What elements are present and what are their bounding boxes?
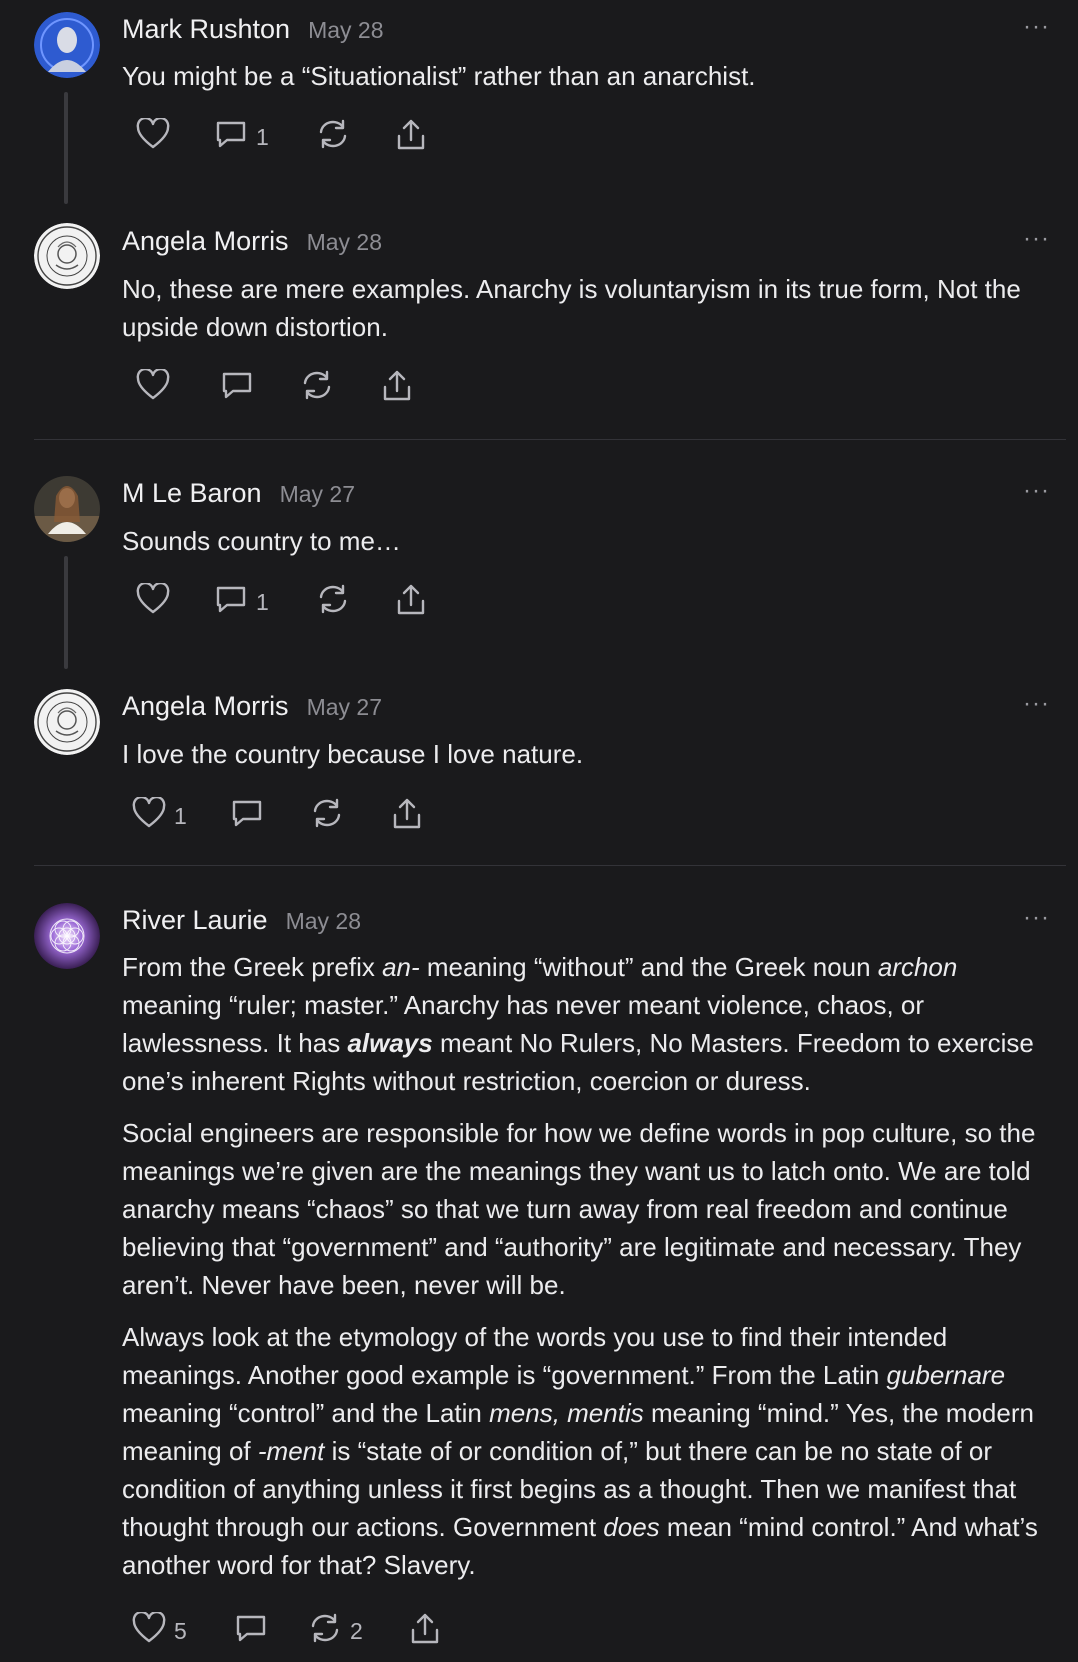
text-run: an- (382, 952, 420, 982)
restack-arrows-icon (310, 797, 344, 835)
heart-icon (132, 795, 166, 835)
avatar[interactable] (34, 689, 100, 755)
like-button[interactable]: 1 (132, 795, 187, 835)
author-name[interactable]: River Laurie (122, 905, 268, 936)
more-options-icon[interactable]: ··· (1023, 227, 1050, 251)
reply-button[interactable] (220, 369, 262, 407)
comment-bubble-icon (214, 118, 248, 156)
comment-text: You might be a “Situationalist” rather t… (122, 61, 756, 91)
comment-body: I love the country because I love nature… (122, 735, 1064, 787)
like-count: 1 (174, 802, 187, 829)
share-button[interactable] (390, 797, 424, 837)
restack-arrows-icon (316, 118, 350, 156)
reply-button[interactable]: 1 (214, 583, 269, 621)
heart-icon (132, 1610, 166, 1650)
like-button[interactable] (136, 116, 178, 156)
text-run: From the Greek prefix (122, 952, 383, 982)
comment-paragraph: Always look at the etymology of the word… (122, 1318, 1064, 1584)
comment-body: You might be a “Situationalist” rather t… (122, 57, 1064, 109)
restack-button[interactable] (300, 369, 342, 407)
author-name[interactable]: M Le Baron (122, 478, 262, 509)
share-upload-icon (408, 1612, 442, 1652)
restack-count: 2 (350, 1617, 363, 1644)
divider (34, 439, 1066, 440)
share-upload-icon (394, 118, 428, 158)
text-run: always (347, 1028, 433, 1058)
reply-button[interactable] (234, 1612, 276, 1650)
portrait-icon (34, 476, 100, 542)
comment-bubble-icon (234, 1612, 268, 1650)
author-name[interactable]: Mark Rushton (122, 14, 290, 45)
share-upload-icon (380, 369, 414, 409)
thread-line (64, 92, 68, 204)
restack-arrows-icon (300, 369, 334, 407)
like-button[interactable] (136, 367, 178, 407)
restack-button[interactable]: 2 (308, 1612, 363, 1650)
comment-body: From the Greek prefix an- meaning “witho… (122, 948, 1064, 1598)
portrait-icon (34, 12, 100, 78)
avatar[interactable] (34, 12, 100, 78)
like-count: 5 (174, 1617, 187, 1644)
reply-count: 1 (256, 123, 269, 150)
comment-date[interactable]: May 28 (308, 17, 383, 44)
text-run: meaning “without” and the Greek noun (419, 952, 878, 982)
text-run: mens, mentis (489, 1398, 644, 1428)
restack-arrows-icon (308, 1612, 342, 1650)
share-button[interactable] (394, 583, 428, 623)
more-options-icon[interactable]: ··· (1023, 906, 1050, 930)
more-options-icon[interactable]: ··· (1023, 15, 1050, 39)
comment-bubble-icon (220, 369, 254, 407)
thread-line (64, 556, 68, 669)
comment-text: Sounds country to me… (122, 526, 401, 556)
restack-button[interactable] (310, 797, 352, 835)
comment-text: No, these are mere examples. Anarchy is … (122, 274, 1021, 342)
restack-button[interactable] (316, 583, 358, 621)
share-upload-icon (390, 797, 424, 837)
like-button[interactable]: 5 (132, 1610, 187, 1650)
more-options-icon[interactable]: ··· (1023, 479, 1050, 503)
reply-count: 1 (256, 588, 269, 615)
comment-paragraph: Social engineers are responsible for how… (122, 1114, 1064, 1304)
seal-icon (34, 223, 100, 289)
comment-text: I love the country because I love nature… (122, 739, 584, 769)
comment-date[interactable]: May 28 (286, 908, 361, 935)
comment-body: Sounds country to me… (122, 522, 1064, 574)
text-run: gubernare (886, 1360, 1006, 1390)
heart-icon (136, 116, 170, 156)
text-run: meaning “control” and the Latin (122, 1398, 490, 1428)
heart-icon (136, 581, 170, 621)
comment-date[interactable]: May 28 (307, 229, 382, 256)
text-run: Always look at the etymology of the word… (122, 1322, 948, 1390)
comment-date[interactable]: May 27 (280, 481, 355, 508)
like-button[interactable] (136, 581, 178, 621)
comment-bubble-icon (214, 583, 248, 621)
reply-button[interactable]: 1 (214, 118, 269, 156)
comment-bubble-icon (230, 797, 264, 835)
comment-date[interactable]: May 27 (307, 694, 382, 721)
share-button[interactable] (394, 118, 428, 158)
comment-body: No, these are mere examples. Anarchy is … (122, 270, 1064, 360)
avatar[interactable] (34, 903, 100, 969)
text-run: archon (877, 952, 958, 982)
heart-icon (136, 367, 170, 407)
flower-of-life-icon (34, 903, 100, 969)
restack-arrows-icon (316, 583, 350, 621)
divider (34, 865, 1066, 866)
text-run: Social engineers are responsible for how… (122, 1118, 1036, 1300)
share-upload-icon (394, 583, 428, 623)
author-name[interactable]: Angela Morris (122, 691, 289, 722)
avatar[interactable] (34, 223, 100, 289)
share-button[interactable] (408, 1612, 442, 1652)
reply-button[interactable] (230, 797, 272, 835)
share-button[interactable] (380, 369, 414, 409)
seal-icon (34, 689, 100, 755)
more-options-icon[interactable]: ··· (1023, 692, 1050, 716)
restack-button[interactable] (316, 118, 358, 156)
avatar[interactable] (34, 476, 100, 542)
text-run: -ment (257, 1436, 325, 1466)
author-name[interactable]: Angela Morris (122, 226, 289, 257)
comment-paragraph: From the Greek prefix an- meaning “witho… (122, 948, 1064, 1100)
text-run: does (603, 1512, 660, 1542)
